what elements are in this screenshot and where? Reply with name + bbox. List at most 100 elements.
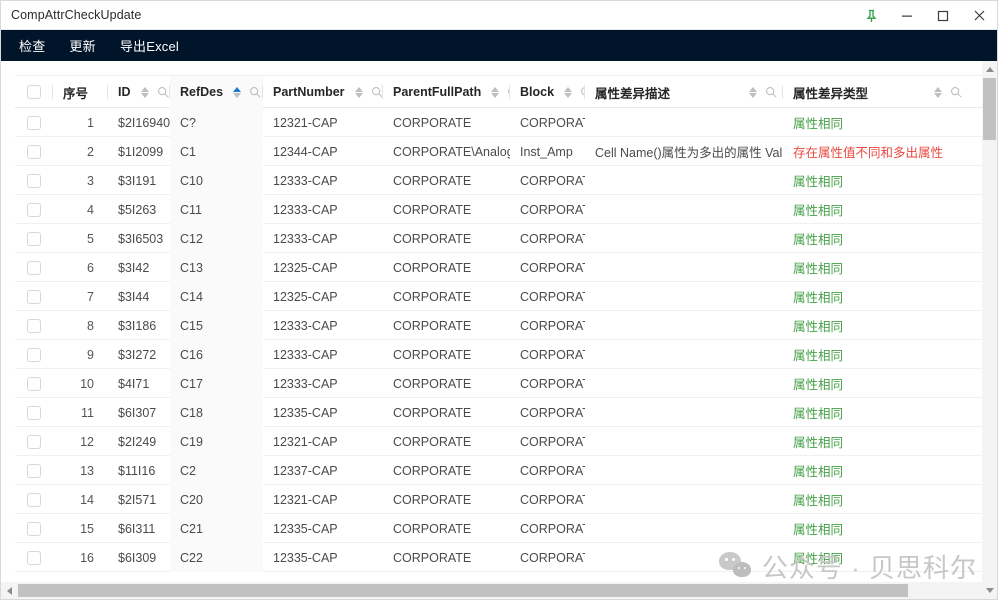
cell-checkbox[interactable]: [15, 427, 53, 456]
row-select-checkbox[interactable]: [27, 434, 41, 449]
cell-checkbox[interactable]: [15, 195, 53, 224]
column-header-partnum[interactable]: PartNumber: [263, 76, 383, 108]
table-row[interactable]: 15 $6I311 C21 12335-CAP CORPORATE CORPORATE 属性…: [15, 514, 985, 543]
cell-id: $2I571: [118, 492, 157, 507]
table-row[interactable]: 16 $6I309 C22 12335-CAP CORPORATE CORPORATE 属性…: [15, 543, 985, 572]
table-header-row: 序号 ID RefDes PartNumber ParentFullPath Block 属…: [15, 76, 985, 108]
sort-refdes-icon[interactable]: [232, 84, 242, 100]
column-header-block[interactable]: Block: [510, 76, 585, 108]
table-row[interactable]: 2 $1I2099 C1 12344-CAP CORPORATE\Analog_... I…: [15, 137, 985, 166]
vertical-scroll-thumb[interactable]: [983, 78, 996, 140]
cell-partnum: 12321-CAP: [273, 115, 338, 130]
sort-parent-icon[interactable]: [490, 84, 500, 100]
select-all-checkbox[interactable]: [27, 85, 41, 99]
table-row[interactable]: 11 $6I307 C18 12335-CAP CORPORATE CORPORATE 属性…: [15, 398, 985, 427]
sort-id-icon[interactable]: [140, 84, 150, 100]
scroll-up-arrow-icon[interactable]: [982, 61, 997, 78]
search-refdes-icon[interactable]: [249, 86, 261, 98]
search-desc-icon[interactable]: [765, 86, 777, 98]
row-select-checkbox[interactable]: [27, 289, 41, 304]
row-select-checkbox[interactable]: [27, 405, 41, 420]
sort-partnum-icon[interactable]: [354, 84, 364, 100]
table-row[interactable]: 1 $2I16940C? 12321-CAP CORPORATE CORPORATE 属性…: [15, 108, 985, 137]
cell-desc: [585, 543, 783, 572]
table-row[interactable]: 4 $5I263 C11 12333-CAP CORPORATE CORPORATE 属性相…: [15, 195, 985, 224]
horizontal-scroll-track[interactable]: [18, 582, 982, 599]
row-select-checkbox[interactable]: [27, 231, 41, 246]
sort-block-icon[interactable]: [563, 84, 573, 100]
table-row[interactable]: 9 $3I272 C16 12333-CAP CORPORATE CORPORATE 属性相…: [15, 340, 985, 369]
row-select-checkbox[interactable]: [27, 347, 41, 362]
column-header-seq[interactable]: 序号: [53, 76, 108, 108]
table-row[interactable]: 5 $3I6503 C12 12333-CAP CORPORATE CORPORATE 属性…: [15, 224, 985, 253]
row-select-checkbox[interactable]: [27, 318, 41, 333]
row-select-checkbox[interactable]: [27, 260, 41, 275]
cell-refdes: C10: [170, 166, 263, 195]
menu-item-check[interactable]: 检查: [19, 36, 45, 55]
cell-checkbox[interactable]: [15, 108, 53, 137]
table-row[interactable]: 8 $3I186 C15 12333-CAP CORPORATE CORPORATE 属性相…: [15, 311, 985, 340]
cell-checkbox[interactable]: [15, 311, 53, 340]
column-header-id[interactable]: ID: [108, 76, 170, 108]
search-id-icon[interactable]: [157, 86, 169, 98]
search-type-icon[interactable]: [950, 86, 962, 98]
table-row[interactable]: 12 $2I249 C19 12321-CAP CORPORATE CORPORATE 属性…: [15, 427, 985, 456]
cell-checkbox[interactable]: [15, 543, 53, 572]
search-partnum-icon[interactable]: [371, 86, 383, 98]
scroll-down-arrow-icon[interactable]: [982, 582, 997, 599]
cell-checkbox[interactable]: [15, 369, 53, 398]
row-select-checkbox[interactable]: [27, 144, 41, 159]
vertical-scroll-track[interactable]: [982, 78, 997, 582]
column-header-checkbox[interactable]: [15, 76, 53, 108]
table-row[interactable]: 10 $4I71 C17 12333-CAP CORPORATE CORPORATE 属性相…: [15, 369, 985, 398]
scroll-left-arrow-icon[interactable]: [1, 582, 18, 599]
table-row[interactable]: 13 $11I16 C2 12337-CAP CORPORATE CORPORATE 属性相…: [15, 456, 985, 485]
cell-checkbox[interactable]: [15, 282, 53, 311]
cell-checkbox[interactable]: [15, 137, 53, 166]
table-row[interactable]: 14 $2I571 C20 12321-CAP CORPORATE CORPORATE 属性…: [15, 485, 985, 514]
column-header-label: ID: [118, 85, 131, 99]
menu-item-export-excel[interactable]: 导出Excel: [120, 36, 179, 55]
row-select-checkbox[interactable]: [27, 521, 41, 536]
cell-checkbox[interactable]: [15, 166, 53, 195]
row-select-checkbox[interactable]: [27, 463, 41, 478]
cell-refdes: C13: [170, 253, 263, 282]
horizontal-scrollbar[interactable]: [1, 582, 982, 599]
menu-item-update[interactable]: 更新: [69, 36, 95, 55]
column-header-desc[interactable]: 属性差异描述: [585, 76, 783, 108]
cell-checkbox[interactable]: [15, 253, 53, 282]
row-select-checkbox[interactable]: [27, 492, 41, 507]
sort-desc-icon[interactable]: [748, 84, 758, 100]
cell-type: 属性相同: [793, 494, 844, 508]
column-header-parent[interactable]: ParentFullPath: [383, 76, 510, 108]
column-header-type[interactable]: 属性差异类型: [783, 76, 968, 108]
minimize-button[interactable]: [889, 1, 925, 30]
sort-type-icon[interactable]: [933, 84, 943, 100]
close-button[interactable]: [961, 1, 997, 30]
cell-checkbox[interactable]: [15, 456, 53, 485]
cell-checkbox[interactable]: [15, 398, 53, 427]
pin-icon[interactable]: [853, 1, 889, 30]
cell-seq: 3: [87, 173, 94, 188]
cell-checkbox[interactable]: [15, 514, 53, 543]
column-header-label: PartNumber: [273, 85, 345, 99]
horizontal-scroll-thumb[interactable]: [18, 584, 908, 597]
vertical-scrollbar[interactable]: [982, 61, 997, 599]
cell-parent: CORPORATE: [393, 260, 472, 275]
cell-checkbox[interactable]: [15, 340, 53, 369]
row-select-checkbox[interactable]: [27, 550, 41, 565]
table-row[interactable]: 3 $3I191 C10 12333-CAP CORPORATE CORPORATE 属性相…: [15, 166, 985, 195]
cell-parent: CORPORATE: [393, 289, 472, 304]
row-select-checkbox[interactable]: [27, 376, 41, 391]
maximize-button[interactable]: [925, 1, 961, 30]
cell-checkbox[interactable]: [15, 485, 53, 514]
row-select-checkbox[interactable]: [27, 173, 41, 188]
column-header-refdes[interactable]: RefDes: [170, 76, 263, 108]
row-select-checkbox[interactable]: [27, 115, 41, 130]
cell-partnum: 12321-CAP: [273, 492, 338, 507]
row-select-checkbox[interactable]: [27, 202, 41, 217]
cell-desc: [585, 427, 783, 456]
cell-checkbox[interactable]: [15, 224, 53, 253]
table-row[interactable]: 6 $3I42 C13 12325-CAP CORPORATE CORPORATE 属性相同: [15, 253, 985, 282]
table-row[interactable]: 7 $3I44 C14 12325-CAP CORPORATE CORPORATE 属性相同: [15, 282, 985, 311]
